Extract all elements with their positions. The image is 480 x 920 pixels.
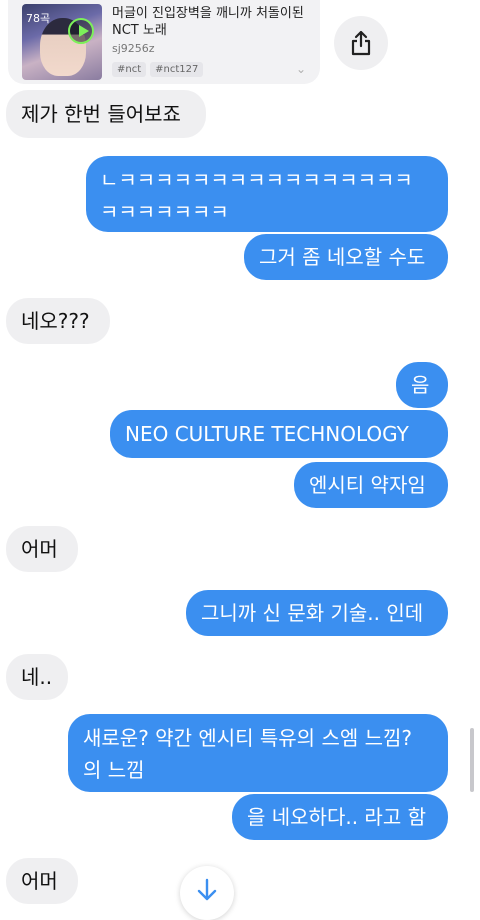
scrollbar[interactable]: [470, 728, 474, 792]
message-incoming: 어머: [6, 858, 78, 904]
arrow-down-icon: [197, 878, 217, 901]
message-outgoing: NEO CULTURE TECHNOLOGY: [110, 410, 448, 458]
tag[interactable]: #nct127: [150, 62, 204, 77]
share-button[interactable]: [334, 16, 388, 70]
track-count: 78곡: [26, 12, 51, 25]
playlist-title: 머글이 진입장벽을 깨니까 처돌이된 NCT 노래: [112, 6, 304, 38]
message-outgoing: 새로운? 약간 엔시티 특유의 스엠 느낌? 의 느낌: [68, 714, 448, 792]
message-outgoing: 음: [396, 362, 448, 408]
play-icon[interactable]: [68, 18, 94, 44]
message-incoming: 제가 한번 들어보죠: [6, 90, 206, 138]
message-incoming: 어머: [6, 526, 78, 572]
share-icon: [351, 30, 371, 56]
message-outgoing: 을 네오하다.. 라고 함: [232, 794, 448, 840]
chevron-down-icon[interactable]: ⌄: [296, 62, 306, 76]
message-outgoing: 그거 좀 네오할 수도: [244, 234, 448, 280]
message-outgoing: 엔시티 약자임: [294, 462, 448, 508]
message-outgoing: ㄴㅋㅋㅋㅋㅋㅋㅋㅋㅋㅋㅋㅋㅋㅋㅋㅋ ㅋㅋㅋㅋㅋㅋㅋ: [86, 156, 448, 232]
message-incoming: 네..: [6, 654, 68, 700]
message-outgoing: 그니까 신 문화 기술.. 인데: [186, 590, 448, 636]
tag-list: #nct #nct127: [112, 62, 204, 77]
tag[interactable]: #nct: [112, 62, 147, 77]
playlist-author: sj9256z: [112, 42, 155, 55]
shared-playlist-card[interactable]: 78곡 머글이 진입장벽을 깨니까 처돌이된 NCT 노래 sj9256z #n…: [8, 0, 320, 84]
playlist-thumbnail: 78곡: [22, 4, 102, 80]
message-incoming: 네오???: [6, 298, 110, 344]
